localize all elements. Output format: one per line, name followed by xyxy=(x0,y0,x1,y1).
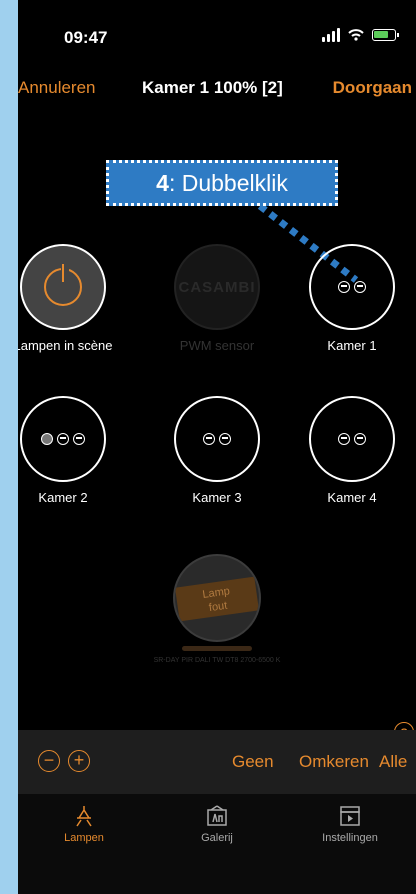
kamer3-circle[interactable] xyxy=(174,396,260,482)
scene-circle[interactable] xyxy=(20,244,106,330)
tile-pwm-sensor[interactable]: CASAMBI PWM sensor xyxy=(152,244,282,353)
tile-label: Kamer 4 xyxy=(327,490,377,505)
settings-icon xyxy=(340,806,360,826)
tile-kamer-3[interactable]: Kamer 3 xyxy=(152,396,282,505)
lamp-level-bar xyxy=(182,646,252,651)
tile-label: Kamer 1 xyxy=(327,338,377,353)
tab-galerij[interactable]: Galerij xyxy=(157,804,277,844)
minus-button[interactable]: − xyxy=(38,750,60,772)
tile-kamer-4[interactable]: Kamer 4 xyxy=(287,396,416,505)
invert-selection-button[interactable]: Omkeren xyxy=(299,752,369,772)
selection-toolbar: − + Geen Omkeren Alle xyxy=(18,730,416,794)
kamer1-circle[interactable] xyxy=(309,244,395,330)
phone-screen: 09:47 Annuleren Kamer 1 100% [2] Doorgaa… xyxy=(18,0,416,894)
broken-lamp-tile[interactable]: Lamp fout xyxy=(173,554,261,642)
lamp-group-icon xyxy=(203,433,231,445)
tile-label: PWM sensor xyxy=(179,338,255,353)
tile-label: Lampen in scène xyxy=(18,338,113,353)
pwm-circle[interactable]: CASAMBI xyxy=(174,244,260,330)
tile-label: Kamer 3 xyxy=(192,490,242,505)
select-none-button[interactable]: Geen xyxy=(232,752,274,772)
lamp-group-icon xyxy=(338,433,366,445)
tab-label: Galerij xyxy=(201,832,233,844)
tab-lampen[interactable]: Lampen xyxy=(24,804,144,844)
tile-kamer-2[interactable]: Kamer 2 xyxy=(18,396,128,505)
lamp-group-icon xyxy=(41,433,85,445)
power-icon xyxy=(44,264,82,306)
tile-lampen-in-scene[interactable]: Lampen in scène xyxy=(18,244,128,353)
select-all-button[interactable]: Alle xyxy=(379,752,407,772)
kamer2-circle[interactable] xyxy=(20,396,106,482)
tab-bar: Lampen Galerij Instellingen xyxy=(18,794,416,894)
callout-step: 4 xyxy=(156,170,169,196)
gallery-icon xyxy=(207,805,227,826)
plus-button[interactable]: + xyxy=(68,750,90,772)
lamp-error-banner: Lamp fout xyxy=(175,576,259,622)
lamp-group-icon xyxy=(338,281,366,293)
kamer4-circle[interactable] xyxy=(309,396,395,482)
broken-lamp-name: SR-DAY PIR DALI TW DT8 2700-6500 K xyxy=(153,657,281,664)
casambi-logo: CASAMBI xyxy=(178,278,256,296)
instruction-callout: 4: Dubbelklik xyxy=(106,160,338,206)
callout-text: : Dubbelklik xyxy=(168,170,288,196)
lamp-icon xyxy=(76,806,92,827)
tab-label: Lampen xyxy=(64,832,104,844)
tab-label: Instellingen xyxy=(322,832,378,844)
tab-instellingen[interactable]: Instellingen xyxy=(290,804,410,844)
tile-kamer-1[interactable]: Kamer 1 xyxy=(287,244,416,353)
tile-label: Kamer 2 xyxy=(38,490,88,505)
